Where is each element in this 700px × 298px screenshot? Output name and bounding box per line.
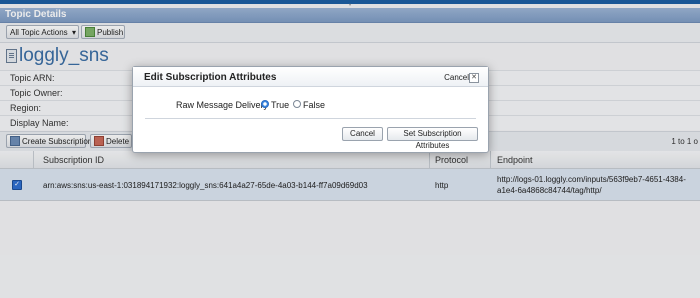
radio-true-label[interactable]: True bbox=[271, 100, 289, 110]
radio-true[interactable] bbox=[261, 100, 269, 108]
cancel-button[interactable]: Cancel bbox=[342, 127, 383, 141]
set-subscription-attributes-button[interactable]: Set Subscription Attributes bbox=[387, 127, 478, 150]
close-icon[interactable]: ✕ bbox=[469, 73, 479, 83]
dialog-cancel-link[interactable]: Cancel bbox=[444, 73, 469, 82]
raw-message-delivery-label: Raw Message Delivery bbox=[176, 100, 269, 110]
dialog-title: Edit Subscription Attributes bbox=[144, 72, 277, 83]
dialog-header: Edit Subscription Attributes Cancel ✕ bbox=[133, 67, 488, 87]
dialog-divider bbox=[145, 118, 476, 119]
radio-false-label[interactable]: False bbox=[303, 100, 325, 110]
edit-subscription-attributes-dialog: Edit Subscription Attributes Cancel ✕ Ra… bbox=[132, 66, 489, 153]
radio-false[interactable] bbox=[293, 100, 301, 108]
